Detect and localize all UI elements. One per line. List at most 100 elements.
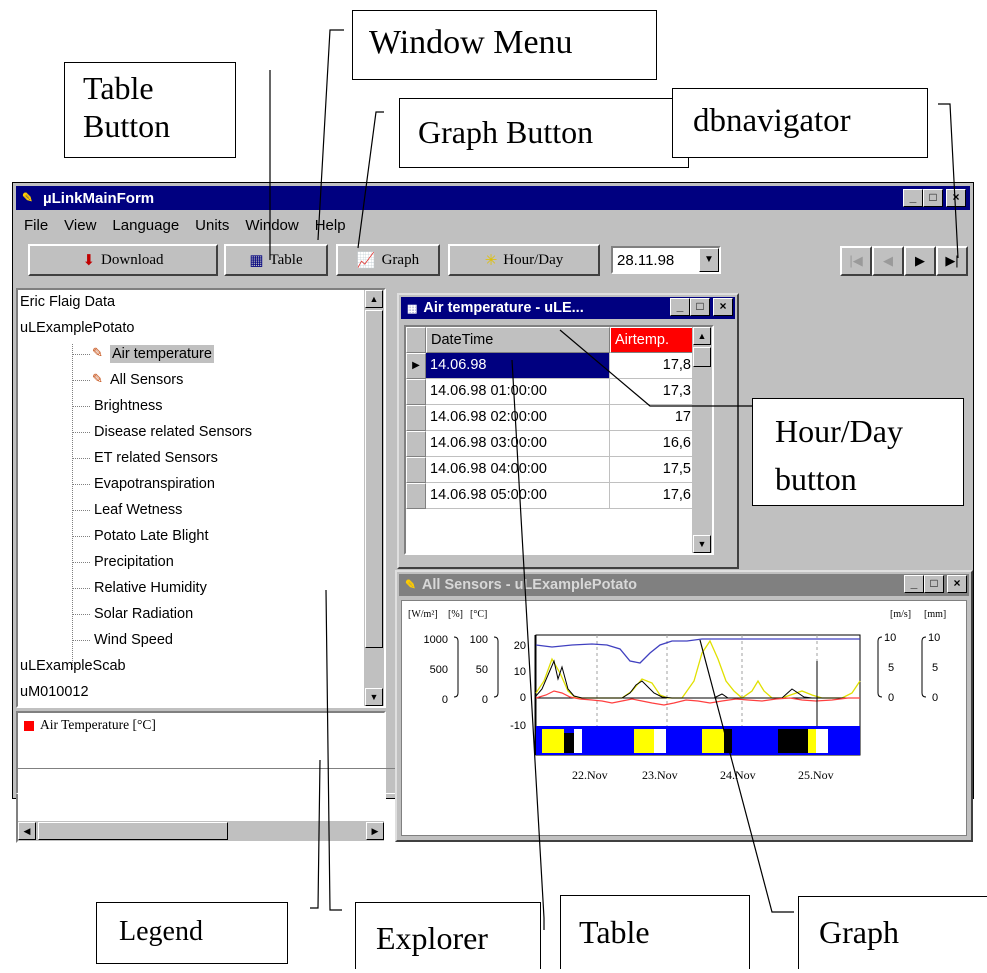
graph-label: Graph [381,251,420,268]
tree-connector [72,344,73,669]
tree-item[interactable]: Potato Late Blight [94,527,208,545]
graph-window-titlebar[interactable]: ✎ All Sensors - uLExamplePotato _ □ × [399,574,969,596]
toolbar: ⬇ Download ▦ Table 📈 Graph ✳ Hour/Day 28… [16,241,970,281]
maximize-button[interactable]: □ [923,189,943,207]
tree-item[interactable]: All Sensors [110,371,183,389]
graph-window: ✎ All Sensors - uLExamplePotato _ □ × [W… [395,570,973,842]
tree-item[interactable]: uM010012 [20,683,89,701]
callout-dbnavigator: dbnavigator [672,88,928,158]
menu-units[interactable]: Units [187,217,237,234]
close-button[interactable]: × [946,189,966,207]
scroll-thumb[interactable] [38,822,228,840]
table-cell[interactable]: 17,8 [610,353,696,379]
axis-tick-label: 0 [442,694,448,706]
close-button[interactable]: × [713,298,733,316]
tree-item[interactable]: Brightness [94,397,163,415]
download-label: Download [101,251,164,268]
first-record-button[interactable]: |◀ [840,246,872,276]
last-record-button[interactable]: ▶| [936,246,968,276]
table-scrollbar[interactable]: ▲ ▼ [692,327,712,553]
scroll-down-icon[interactable]: ▼ [693,535,711,553]
download-icon: ⬇ [82,252,96,269]
scroll-thumb[interactable] [693,347,711,367]
menu-view[interactable]: View [56,217,104,234]
table-cell[interactable]: 16,6 [610,431,696,457]
table-button[interactable]: ▦ Table [224,244,328,276]
sensor-icon: ✎ [92,345,103,360]
legend-swatch [24,721,34,731]
scroll-up-icon[interactable]: ▲ [365,290,383,308]
table-window-icon: ▦ [407,302,418,315]
menu-file[interactable]: File [16,217,56,234]
current-row-indicator: ▶ [406,353,426,379]
column-header-datetime[interactable]: DateTime [426,327,610,353]
maximize-button[interactable]: □ [690,298,710,316]
hourday-button[interactable]: ✳ Hour/Day [448,244,600,276]
explorer-tree[interactable]: Eric Flaig Data uLExamplePotato ✎ Air te… [16,288,386,708]
axis-tick-label: 1000 [424,634,448,646]
table-cell[interactable]: 14.06.98 03:00:00 [426,431,610,457]
tree-item[interactable]: Evapotranspiration [94,475,215,493]
menu-window[interactable]: Window [237,217,306,234]
tree-item[interactable]: uLExamplePotato [20,319,134,337]
close-button[interactable]: × [947,575,967,593]
unit-label: [W/m²] [408,609,438,620]
scroll-down-icon[interactable]: ▼ [365,688,383,706]
tree-item[interactable]: Precipitation [94,553,174,571]
table-cell[interactable]: 14.06.98 04:00:00 [426,457,610,483]
minimize-button[interactable]: _ [904,575,924,593]
scroll-right-icon[interactable]: ▶ [366,822,384,840]
menu-bar: File View Language Units Window Help [16,213,354,237]
minimize-button[interactable]: _ [670,298,690,316]
scroll-left-icon[interactable]: ◀ [18,822,36,840]
menu-language[interactable]: Language [104,217,187,234]
graph-window-icon: ✎ [405,577,416,592]
prior-record-button[interactable]: ◀ [872,246,904,276]
explorer-scrollbar[interactable]: ▲ ▼ [364,290,384,706]
graph-chart[interactable]: [W/m²] [%] [°C] [m/s] [mm] 1000 500 0 10… [402,601,966,835]
chevron-down-icon[interactable]: ▼ [699,248,719,272]
tree-item[interactable]: Leaf Wetness [94,501,182,519]
next-record-button[interactable]: ▶ [904,246,936,276]
axis-tick-label: 10 [514,666,526,678]
tree-item[interactable]: ET related Sensors [94,449,218,467]
table-window-titlebar[interactable]: ▦ Air temperature - uLE... _ □ × [401,297,735,319]
unit-label: [mm] [924,609,946,620]
table-cell[interactable]: 14.06.98 05:00:00 [426,483,610,509]
legend-hscrollbar[interactable]: ◀ ▶ [18,821,384,841]
download-button[interactable]: ⬇ Download [28,244,218,276]
callout-table-button: Table Button [64,62,236,158]
table-cell[interactable]: 17,3 [610,379,696,405]
graph-area[interactable]: [W/m²] [%] [°C] [m/s] [mm] 1000 500 0 10… [401,600,967,836]
column-header-airtemp[interactable]: Airtemp. [610,327,696,353]
tree-item[interactable]: Eric Flaig Data [20,293,115,311]
title-bar[interactable]: ✎ µLinkMainForm _ □ × [16,186,970,210]
scroll-up-icon[interactable]: ▲ [693,327,711,345]
table-cell[interactable]: 14.06.98 02:00:00 [426,405,610,431]
table-cell[interactable]: 17,5 [610,457,696,483]
table-cell[interactable]: 14.06.98 01:00:00 [426,379,610,405]
table-cell[interactable]: 17 [610,405,696,431]
table-cell[interactable]: 14.06.98 [426,353,610,379]
date-select[interactable]: 28.11.98 ▼ [611,246,721,274]
tree-item[interactable]: Solar Radiation [94,605,193,623]
tree-item[interactable]: uLExampleScab [20,657,126,675]
table-cell[interactable]: 17,6 [610,483,696,509]
scroll-thumb[interactable] [365,310,383,648]
axis-tick-label: 5 [888,662,894,674]
unit-label: [°C] [470,609,487,620]
menu-help[interactable]: Help [307,217,354,234]
tree-item[interactable]: Disease related Sensors [94,423,252,441]
maximize-button[interactable]: □ [924,575,944,593]
tree-item[interactable]: Wind Speed [94,631,173,649]
data-table[interactable]: DateTime Airtemp. ▶ 14.06.98 17,8 14.06.… [404,325,714,555]
date-value: 28.11.98 [617,251,675,269]
tree-item-selected[interactable]: Air temperature [110,345,214,363]
tree-item[interactable]: Relative Humidity [94,579,207,597]
axis-tick-label: 0 [482,694,488,706]
table-label: Table [269,251,303,268]
graph-button[interactable]: 📈 Graph [336,244,440,276]
minimize-button[interactable]: _ [903,189,923,207]
callout-hourday-button: Hour/Day button [752,398,964,506]
x-tick-label: 22.Nov [572,768,608,782]
